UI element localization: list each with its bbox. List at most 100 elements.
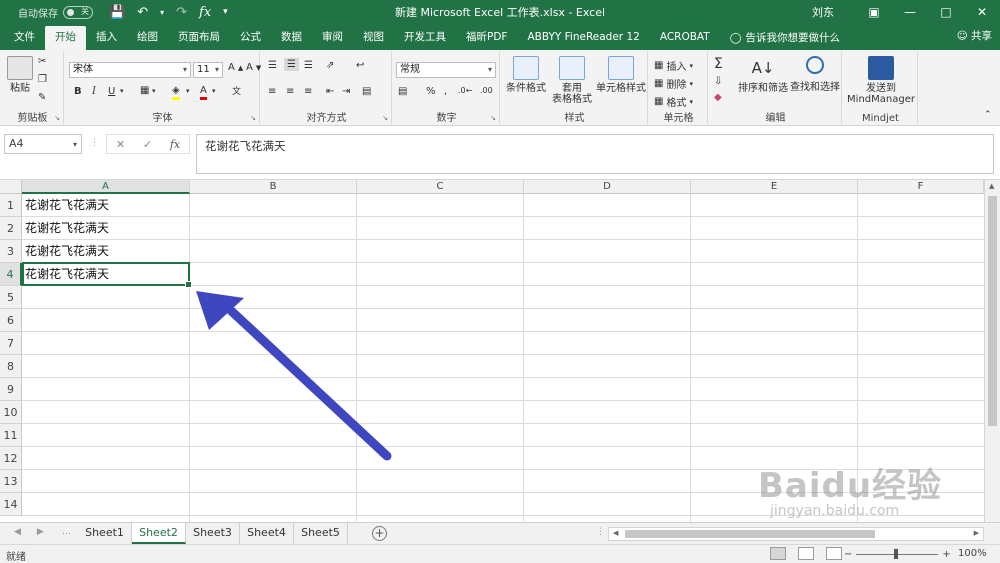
align-top-icon[interactable]: ☰: [268, 60, 277, 71]
number-launcher-icon[interactable]: ↘: [490, 114, 496, 122]
decrease-indent-icon[interactable]: ⇤: [326, 86, 334, 97]
prev-sheet-icon[interactable]: ◀: [14, 527, 21, 537]
borders-dropdown-icon[interactable]: ▾: [152, 87, 156, 95]
ribbon-display-icon[interactable]: ▣: [856, 5, 892, 19]
tab-6[interactable]: 数据: [271, 26, 312, 50]
decrease-font-icon[interactable]: A ▼: [246, 62, 261, 73]
fill-icon[interactable]: ⇩: [714, 76, 722, 87]
italic-button[interactable]: I: [92, 86, 96, 97]
row-header-5[interactable]: 5: [0, 286, 22, 309]
row-header-9[interactable]: 9: [0, 378, 22, 401]
minimize-icon[interactable]: —: [892, 5, 928, 19]
bold-button[interactable]: B: [74, 86, 82, 97]
font-launcher-icon[interactable]: ↘: [250, 114, 256, 122]
row-header-14[interactable]: 14: [0, 493, 22, 516]
tab-1[interactable]: 开始: [45, 26, 86, 50]
enter-icon[interactable]: ✓: [143, 138, 152, 151]
save-icon[interactable]: 💾: [109, 5, 125, 20]
font-name-select[interactable]: 宋体 ▾: [69, 62, 191, 78]
conditional-formatting-button[interactable]: 条件格式: [504, 56, 548, 94]
tab-12[interactable]: ACROBAT: [650, 26, 720, 50]
sheet-tab-sheet2[interactable]: Sheet2: [132, 523, 186, 544]
increase-indent-icon[interactable]: ⇥: [342, 86, 350, 97]
zoom-level[interactable]: 100%: [958, 548, 987, 559]
align-center-icon[interactable]: ≡: [286, 86, 294, 97]
cancel-icon[interactable]: ✕: [116, 138, 125, 151]
row-header-12[interactable]: 12: [0, 447, 22, 470]
insert-function-button[interactable]: fx: [170, 138, 180, 151]
column-header-E[interactable]: E: [691, 180, 858, 194]
maximize-icon[interactable]: □: [928, 5, 964, 19]
scroll-right-icon[interactable]: ▶: [974, 529, 979, 537]
undo-icon[interactable]: ↶: [137, 5, 148, 20]
active-cell-outline[interactable]: [22, 262, 192, 288]
align-bottom-icon[interactable]: ☰: [304, 60, 313, 71]
row-header-6[interactable]: 6: [0, 309, 22, 332]
merge-center-icon[interactable]: ▤: [362, 86, 371, 97]
select-all-corner[interactable]: [0, 180, 22, 194]
redo-icon[interactable]: ↷: [176, 5, 187, 20]
zoom-in-icon[interactable]: +: [942, 549, 950, 560]
row-header-3[interactable]: 3: [0, 240, 22, 263]
sheet-tab-sheet1[interactable]: Sheet1: [78, 523, 132, 544]
vertical-scrollbar[interactable]: ▲: [984, 180, 1000, 522]
decrease-decimal-icon[interactable]: .00: [480, 86, 493, 95]
align-left-icon[interactable]: ≡: [268, 86, 276, 97]
tab-3[interactable]: 绘图: [127, 26, 168, 50]
tab-0[interactable]: 文件: [4, 26, 45, 50]
tab-4[interactable]: 页面布局: [168, 26, 230, 50]
row-header-7[interactable]: 7: [0, 332, 22, 355]
cell-A1[interactable]: 花谢花飞花满天: [23, 194, 109, 217]
font-size-select[interactable]: 11 ▾: [193, 62, 223, 78]
row-header-10[interactable]: 10: [0, 401, 22, 424]
row-header-11[interactable]: 11: [0, 424, 22, 447]
delete-cells-button[interactable]: ▦ 删除 ▾: [654, 76, 693, 91]
name-box[interactable]: A4 ▾: [4, 134, 82, 154]
underline-button[interactable]: U: [108, 86, 115, 97]
align-right-icon[interactable]: ≡: [304, 86, 312, 97]
column-header-D[interactable]: D: [524, 180, 691, 194]
row-header-1[interactable]: 1: [0, 194, 22, 217]
vertical-scroll-thumb[interactable]: [988, 196, 997, 426]
tab-10[interactable]: 福昕PDF: [456, 26, 517, 50]
number-format-select[interactable]: 常规 ▾: [396, 62, 496, 78]
row-header-8[interactable]: 8: [0, 355, 22, 378]
scroll-left-icon[interactable]: ◀: [613, 529, 618, 537]
fill-color-icon[interactable]: ◈: [172, 84, 180, 100]
format-painter-icon[interactable]: ✎: [38, 92, 46, 103]
tab-5[interactable]: 公式: [230, 26, 271, 50]
underline-dropdown-icon[interactable]: ▾: [120, 87, 124, 95]
autosave[interactable]: 自动保存 关: [18, 5, 93, 20]
autosum-icon[interactable]: Σ: [714, 56, 723, 72]
cell-A2[interactable]: 花谢花飞花满天: [23, 217, 109, 240]
share-button[interactable]: ☺ 共享: [957, 28, 992, 43]
customize-qat-icon[interactable]: ▾: [223, 7, 228, 17]
accounting-icon[interactable]: ▤: [398, 86, 407, 97]
sheet-tab-sheet5[interactable]: Sheet5: [294, 523, 348, 544]
align-middle-icon[interactable]: ☰: [284, 58, 299, 71]
borders-icon[interactable]: ▦: [140, 85, 149, 96]
more-sheets-icon[interactable]: …: [62, 527, 71, 537]
tab-11[interactable]: ABBYY FineReader 12: [517, 26, 649, 50]
tab-8[interactable]: 视图: [353, 26, 394, 50]
user-name[interactable]: 刘东: [812, 4, 834, 20]
column-header-F[interactable]: F: [858, 180, 984, 194]
page-layout-view-icon[interactable]: [798, 547, 814, 560]
comma-icon[interactable]: ,: [444, 86, 447, 97]
increase-decimal-icon[interactable]: .0←: [458, 86, 472, 95]
zoom-slider-knob[interactable]: [894, 548, 899, 559]
row-header-13[interactable]: 13: [0, 470, 22, 493]
alignment-launcher-icon[interactable]: ↘: [382, 114, 388, 122]
horizontal-scrollbar[interactable]: ◀ ▶: [608, 527, 984, 541]
fill-color-dropdown-icon[interactable]: ▾: [186, 87, 190, 95]
close-icon[interactable]: ✕: [964, 5, 1000, 19]
collapse-ribbon-icon[interactable]: ⌃: [984, 110, 992, 120]
normal-view-icon[interactable]: [770, 547, 786, 560]
percent-icon[interactable]: %: [426, 86, 436, 97]
add-sheet-icon[interactable]: +: [372, 526, 387, 541]
sheet-tab-sheet3[interactable]: Sheet3: [186, 523, 240, 544]
find-select-button[interactable]: 查找和选择: [790, 56, 840, 93]
cut-icon[interactable]: ✂: [38, 56, 46, 67]
column-header-B[interactable]: B: [190, 180, 357, 194]
font-color-icon[interactable]: A: [200, 84, 207, 100]
